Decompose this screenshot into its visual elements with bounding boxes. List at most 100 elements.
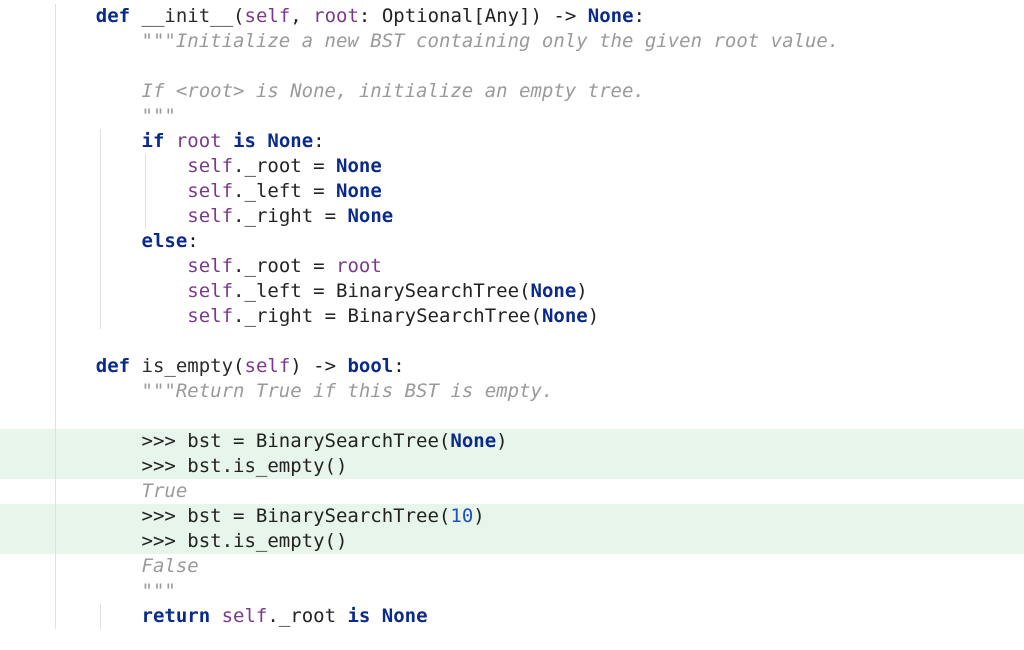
indent xyxy=(50,230,142,252)
code-line: False xyxy=(0,554,1024,579)
indent-guide xyxy=(55,529,56,554)
token-att: _left xyxy=(245,180,302,202)
indent-guide xyxy=(55,129,56,154)
token-op: ) xyxy=(473,505,484,527)
token-op: . xyxy=(233,305,244,327)
token-kw: if xyxy=(142,130,176,152)
indent xyxy=(50,455,142,477)
token-op: : xyxy=(313,130,324,152)
token-kw: is None xyxy=(233,130,313,152)
token-op: . xyxy=(233,205,244,227)
token-ty: Any xyxy=(485,5,519,27)
token-docq: """ xyxy=(142,580,176,602)
indent-guide xyxy=(55,329,56,354)
code-line: """ xyxy=(0,104,1024,129)
indent xyxy=(50,380,142,402)
indent xyxy=(50,330,96,352)
token-att: _root xyxy=(245,255,302,277)
code-line: """Initialize a new BST containing only … xyxy=(0,29,1024,54)
indent xyxy=(50,5,96,27)
indent-guide xyxy=(55,279,56,304)
indent xyxy=(50,180,187,202)
token-kw: def xyxy=(96,5,142,27)
token-dunder: __init__ xyxy=(142,5,234,27)
indent-guide xyxy=(55,354,56,379)
token-op: . xyxy=(267,605,278,627)
code-line: """ xyxy=(0,579,1024,604)
indent-guide xyxy=(55,4,56,29)
indent-guide xyxy=(100,229,101,254)
token-ty: Optional xyxy=(382,5,474,27)
token-op: ( xyxy=(531,305,542,327)
indent-guide xyxy=(55,254,56,279)
indent-guide xyxy=(55,504,56,529)
code-line: self._root = None xyxy=(0,154,1024,179)
token-kw: else xyxy=(142,230,188,252)
code-line: self._root = root xyxy=(0,254,1024,279)
token-self: root xyxy=(176,130,222,152)
indent-guide xyxy=(100,254,101,279)
indent xyxy=(50,555,142,577)
code-line: >>> bst.is_empty() xyxy=(0,454,1024,479)
token-kw: bool xyxy=(347,355,393,377)
indent-guide xyxy=(145,179,146,204)
token-op: . xyxy=(233,155,244,177)
token-kw: None xyxy=(336,180,382,202)
indent-guide xyxy=(55,54,56,79)
indent-guide xyxy=(55,404,56,429)
indent-guide xyxy=(55,454,56,479)
indent-guide xyxy=(55,479,56,504)
indent xyxy=(50,530,142,552)
indent-guide xyxy=(55,204,56,229)
token-op: = xyxy=(313,305,347,327)
token-self: self xyxy=(187,255,233,277)
token-op: >>> bst = BinarySearchTree( xyxy=(142,430,451,452)
code-line: self._right = None xyxy=(0,204,1024,229)
token-op: ]) -> xyxy=(519,5,588,27)
token-self: self xyxy=(245,355,291,377)
token-op xyxy=(222,130,233,152)
token-self: self xyxy=(245,5,291,27)
indent xyxy=(50,505,142,527)
token-self: self xyxy=(187,180,233,202)
indent-guide xyxy=(55,304,56,329)
token-doc: If <root> is None, initialize an empty t… xyxy=(142,80,645,102)
indent-guide xyxy=(55,604,56,629)
token-self: root xyxy=(313,5,359,27)
indent-guide xyxy=(55,429,56,454)
token-op: = xyxy=(302,180,336,202)
token-op: ( xyxy=(519,280,530,302)
token-self: self xyxy=(222,605,268,627)
indent xyxy=(50,605,142,627)
indent-guide xyxy=(55,79,56,104)
indent xyxy=(50,205,187,227)
token-op: . xyxy=(233,280,244,302)
indent-guide xyxy=(100,304,101,329)
code-line: >>> bst = BinarySearchTree(10) xyxy=(0,504,1024,529)
token-att: _root xyxy=(279,605,336,627)
indent xyxy=(50,305,187,327)
token-num: 10 xyxy=(450,505,473,527)
code-line xyxy=(0,404,1024,429)
token-kw: is None xyxy=(347,605,427,627)
token-kw: None xyxy=(531,280,577,302)
token-op: >>> bst.is_empty() xyxy=(142,455,348,477)
code-line xyxy=(0,329,1024,354)
token-docq: """ xyxy=(142,105,176,127)
token-op: = xyxy=(302,255,336,277)
token-kw: None xyxy=(588,5,634,27)
token-op: >>> bst = BinarySearchTree( xyxy=(142,505,451,527)
token-op: ) xyxy=(588,305,599,327)
token-op: ( xyxy=(233,5,244,27)
indent xyxy=(50,30,142,52)
indent xyxy=(50,580,142,602)
token-self: self xyxy=(187,280,233,302)
code-line: return self._root is None xyxy=(0,604,1024,629)
code-line: If <root> is None, initialize an empty t… xyxy=(0,79,1024,104)
indent-guide xyxy=(100,279,101,304)
indent xyxy=(50,255,187,277)
token-op: ) xyxy=(496,430,507,452)
token-op: : xyxy=(393,355,404,377)
indent xyxy=(50,405,142,427)
token-op xyxy=(336,605,347,627)
